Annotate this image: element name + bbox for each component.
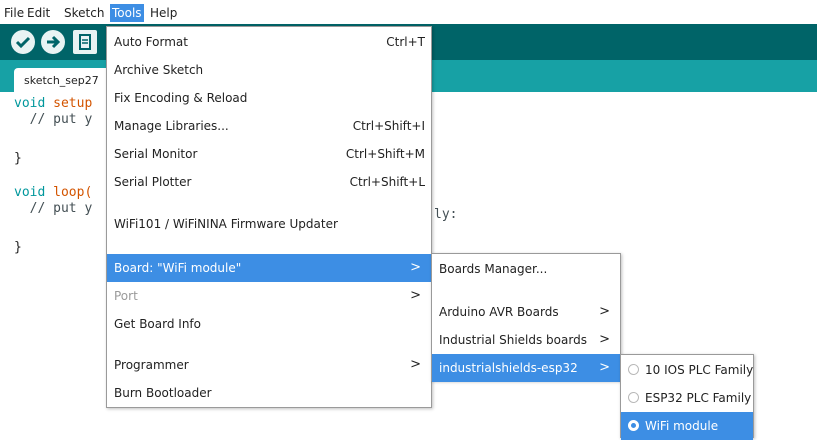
new-button[interactable] — [73, 30, 97, 54]
arrow-right-icon — [47, 35, 61, 49]
menu-item-boards-manager[interactable]: Boards Manager... — [432, 255, 620, 283]
menu-item-label: Manage Libraries... — [114, 119, 229, 133]
menu-item-label: WiFi101 / WiFiNINA Firmware Updater — [114, 217, 338, 231]
menu-item-wifi-module[interactable]: WiFi module — [621, 412, 753, 440]
menu-item-auto-format[interactable]: Auto Format Ctrl+T — [107, 28, 431, 56]
menu-item-industrial-shields-boards[interactable]: Industrial Shields boards > — [432, 326, 620, 354]
menu-item-label: Burn Bootloader — [114, 386, 212, 400]
menu-item-port[interactable]: Port > — [107, 282, 431, 310]
menu-tools[interactable]: Tools — [110, 4, 144, 22]
menu-item-label: ESP32 PLC Family — [645, 391, 752, 405]
code-line-2: // put y — [14, 112, 93, 127]
menu-item-label: Programmer — [114, 358, 189, 372]
esp32-submenu: 10 IOS PLC Family ESP32 PLC Family WiFi … — [620, 354, 754, 440]
menu-help[interactable]: Help — [148, 4, 179, 22]
menu-item-label: Port — [114, 289, 138, 303]
menu-item-label: Boards Manager... — [439, 262, 548, 276]
menu-item-label: WiFi module — [645, 419, 719, 433]
radio-checked-icon — [628, 420, 639, 431]
menu-edit[interactable]: Edit — [25, 4, 52, 22]
menu-item-burn-bootloader[interactable]: Burn Bootloader — [107, 379, 431, 407]
tools-menu: Auto Format Ctrl+T Archive Sketch Fix En… — [106, 26, 432, 408]
menubar: File Edit Sketch Tools Help — [0, 0, 817, 24]
verify-button[interactable] — [11, 30, 35, 54]
menu-item-label: Board: "WiFi module" — [114, 261, 242, 275]
menu-item-get-board-info[interactable]: Get Board Info — [107, 310, 431, 338]
menu-item-10-ios-plc-family[interactable]: 10 IOS PLC Family — [621, 356, 753, 384]
shortcut-label: Ctrl+T — [386, 35, 425, 49]
menu-item-serial-plotter[interactable]: Serial Plotter Ctrl+Shift+L — [107, 168, 431, 196]
menu-item-archive-sketch[interactable]: Archive Sketch — [107, 56, 431, 84]
code-keyword: void — [14, 185, 46, 200]
document-icon — [79, 34, 91, 50]
chevron-right-icon: > — [410, 288, 421, 303]
menu-item-manage-libraries[interactable]: Manage Libraries... Ctrl+Shift+I — [107, 112, 431, 140]
chevron-right-icon: > — [599, 332, 610, 347]
menu-file[interactable]: File — [2, 4, 26, 22]
menu-item-label: industrialshields-esp32 — [439, 361, 578, 375]
radio-unchecked-icon — [628, 392, 639, 403]
code-line-5: // put y — [14, 201, 93, 216]
upload-button[interactable] — [41, 30, 65, 54]
menu-sketch[interactable]: Sketch — [62, 4, 106, 22]
menu-item-label: Fix Encoding & Reload — [114, 91, 248, 105]
menu-item-industrialshields-esp32[interactable]: industrialshields-esp32 > — [432, 354, 620, 382]
menu-item-label: Auto Format — [114, 35, 188, 49]
radio-unchecked-icon — [628, 364, 639, 375]
menu-item-serial-monitor[interactable]: Serial Monitor Ctrl+Shift+M — [107, 140, 431, 168]
code-line-1: void setup — [14, 96, 92, 112]
code-line-6: } — [14, 240, 22, 255]
menu-item-fix-encoding[interactable]: Fix Encoding & Reload — [107, 84, 431, 112]
shortcut-label: Ctrl+Shift+I — [352, 119, 425, 133]
code-function: setup — [53, 96, 93, 111]
menu-item-label: 10 IOS PLC Family — [645, 363, 754, 377]
code-function: loop( — [53, 185, 93, 200]
menu-item-arduino-avr-boards[interactable]: Arduino AVR Boards > — [432, 298, 620, 326]
menu-item-board[interactable]: Board: "WiFi module" > — [107, 254, 431, 282]
menu-item-label: Archive Sketch — [114, 63, 204, 77]
code-line-4: void loop( — [14, 185, 92, 201]
check-icon — [15, 36, 31, 49]
menu-item-label: Serial Plotter — [114, 175, 192, 189]
shortcut-label: Ctrl+Shift+M — [345, 147, 425, 161]
chevron-right-icon: > — [599, 304, 610, 319]
menu-item-programmer[interactable]: Programmer > — [107, 351, 431, 379]
code-line-3: } — [14, 151, 22, 166]
chevron-right-icon: > — [599, 360, 610, 375]
menu-item-label: Get Board Info — [114, 317, 201, 331]
menu-item-label: Arduino AVR Boards — [439, 305, 559, 319]
code-line-5-tail: ly: — [434, 207, 458, 222]
menu-item-esp32-plc-family[interactable]: ESP32 PLC Family — [621, 384, 753, 412]
shortcut-label: Ctrl+Shift+L — [349, 175, 425, 189]
menu-item-label: Industrial Shields boards — [439, 333, 587, 347]
menu-item-label: Serial Monitor — [114, 147, 198, 161]
chevron-right-icon: > — [410, 260, 421, 275]
board-submenu: Boards Manager... Arduino AVR Boards > I… — [431, 253, 621, 382]
code-keyword: void — [14, 96, 46, 111]
menu-item-firmware-updater[interactable]: WiFi101 / WiFiNINA Firmware Updater — [107, 210, 431, 238]
chevron-right-icon: > — [410, 357, 421, 372]
